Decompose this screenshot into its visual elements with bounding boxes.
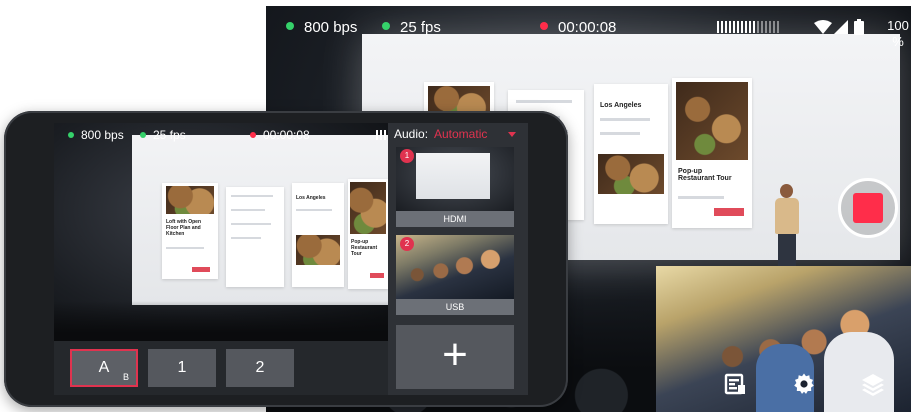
projected-card: Los Angeles (292, 183, 344, 287)
presenter (770, 184, 804, 272)
scene-label: 2 (255, 359, 265, 376)
audience (54, 301, 388, 341)
bitrate-text: 800 bps (81, 128, 124, 142)
record-icon (853, 193, 883, 223)
battery-percent: 100 % (887, 18, 909, 49)
audio-selector[interactable]: Audio: Automatic (388, 125, 528, 143)
source-label: USB (396, 299, 514, 315)
phone-device: Loft with Open Floor Plan and Kitchen Lo… (4, 111, 568, 407)
signal-icon (834, 20, 848, 34)
timer-text: 00:00:08 (558, 19, 617, 36)
source-badge: 1 (400, 149, 414, 163)
projected-city: Los Angeles (600, 102, 642, 109)
live-dot-icon (382, 22, 390, 30)
audio-meter-icon (376, 130, 388, 140)
scene-button-2[interactable]: 2 (226, 349, 294, 387)
projected-card: Pop-up Restaurant Tour (672, 78, 752, 228)
framerate-text: 25 fps (400, 19, 441, 36)
scenes-list-icon[interactable] (723, 372, 747, 396)
projected-card: Los Angeles (594, 84, 668, 224)
add-source-button[interactable]: + (396, 325, 514, 389)
scene-button-1[interactable]: 1 (148, 349, 216, 387)
recording-dot-icon (250, 132, 256, 138)
timer-text: 00:00:08 (263, 128, 310, 142)
live-dot-icon (68, 132, 74, 138)
scene-label: 1 (177, 359, 187, 376)
audio-label: Audio: (394, 127, 429, 141)
source-usb[interactable]: 2 USB (396, 235, 514, 315)
wifi-icon (814, 20, 832, 34)
scene-label: A (98, 359, 110, 376)
scene-button-a[interactable]: A B (70, 349, 138, 387)
live-feed: Loft with Open Floor Plan and Kitchen Lo… (54, 123, 388, 341)
framerate-text: 25 fps (153, 128, 186, 142)
recording-dot-icon (540, 22, 548, 30)
live-dot-icon (286, 22, 294, 30)
scene-bar: A B 1 2 (54, 341, 388, 395)
projected-card (226, 187, 284, 287)
projected-card: Loft with Open Floor Plan and Kitchen (162, 183, 218, 279)
projected-event: Pop-up Restaurant Tour (351, 239, 378, 257)
back-status-bar: 800 bps 25 fps 00:00:08 (266, 16, 911, 40)
battery-icon (854, 19, 864, 35)
source-panel: Audio: Automatic 1 HDMI 2 USB + (388, 123, 528, 395)
projected-card: Pop-up Restaurant Tour (348, 179, 388, 289)
projected-event: Pop-up Restaurant Tour (678, 168, 732, 182)
live-dot-icon (140, 132, 146, 138)
projected-city: Los Angeles (296, 195, 326, 201)
projected-card-title: Loft with Open Floor Plan and Kitchen (166, 219, 201, 237)
layers-icon[interactable] (861, 372, 885, 396)
audio-value: Automatic (434, 127, 488, 141)
source-label: HDMI (396, 211, 514, 227)
source-badge: 2 (400, 237, 414, 251)
bitrate-indicator: 800 bps (286, 16, 357, 40)
bitrate-indicator: 800 bps (68, 127, 124, 143)
timer-indicator: 00:00:08 (250, 127, 310, 143)
front-status-bar: 800 bps 25 fps 00:00:08 (54, 127, 388, 143)
chevron-down-icon (508, 132, 516, 137)
projection-screen: Loft with Open Floor Plan and Kitchen Lo… (132, 135, 388, 305)
framerate-indicator: 25 fps (140, 127, 186, 143)
phone-screen: Loft with Open Floor Plan and Kitchen Lo… (54, 123, 528, 395)
source-hdmi[interactable]: 1 HDMI (396, 147, 514, 227)
timer-indicator: 00:00:08 (540, 16, 616, 40)
audio-meter-icon (717, 21, 779, 33)
settings-gear-icon[interactable] (792, 372, 816, 396)
bitrate-text: 800 bps (304, 19, 358, 36)
record-button[interactable] (838, 178, 898, 238)
framerate-indicator: 25 fps (382, 16, 441, 40)
scene-sub-label: B (122, 372, 129, 382)
